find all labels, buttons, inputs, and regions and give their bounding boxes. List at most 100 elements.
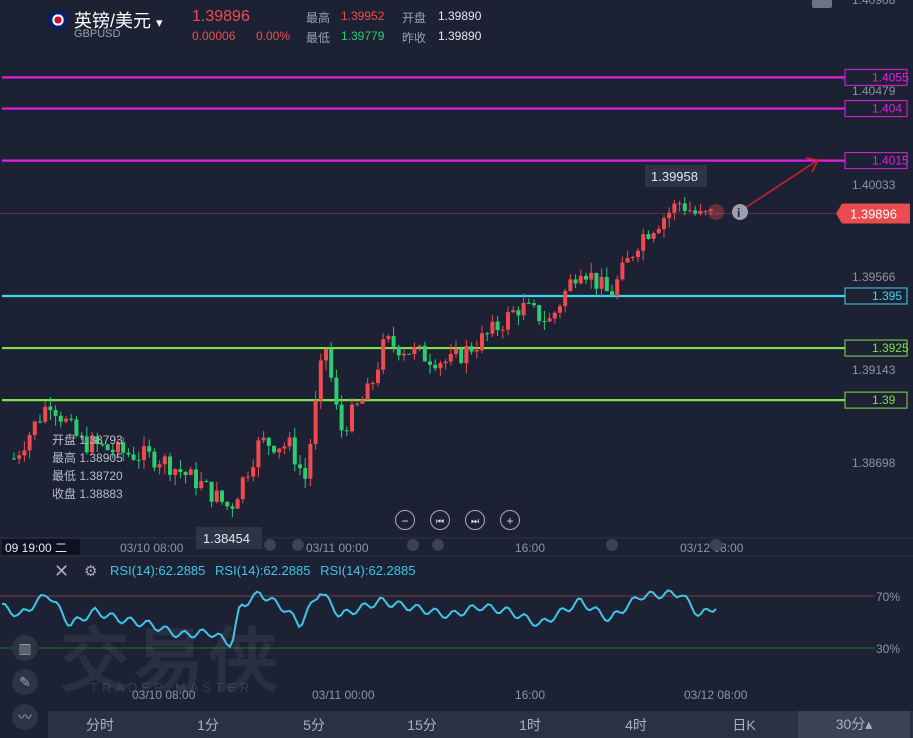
- candle-body: [526, 302, 531, 304]
- rsi-label: RSI(14):62.2885: [110, 563, 206, 578]
- level-tag-label: 1.4055: [872, 70, 909, 84]
- tab-timeshare[interactable]: 分时: [70, 715, 130, 735]
- candle-body: [17, 455, 22, 459]
- level-tag-label: 1.4015: [872, 154, 909, 168]
- candle-body: [402, 353, 406, 356]
- candle-body: [64, 418, 68, 422]
- candle-body: [506, 312, 510, 330]
- candle-body: [178, 469, 183, 473]
- zoom-out-button[interactable]: −: [395, 510, 415, 530]
- candle-body: [246, 476, 250, 478]
- rsi-30-label: 30%: [876, 642, 900, 656]
- tab-4h[interactable]: 4时: [606, 715, 666, 735]
- candle-body: [412, 347, 417, 354]
- high-marker-label: 1.39958: [651, 169, 698, 184]
- tab-1m[interactable]: 1分: [178, 715, 238, 735]
- candle-body: [682, 203, 687, 211]
- change-percent: 0.00%: [256, 29, 291, 43]
- chevron-down-icon[interactable]: ▾: [156, 15, 163, 30]
- candle-body: [209, 481, 214, 502]
- zoom-in-button[interactable]: +: [500, 510, 520, 530]
- candle-body: [532, 303, 536, 306]
- candle-body: [516, 310, 521, 316]
- gear-icon[interactable]: ⚙: [84, 562, 97, 580]
- candle-body: [199, 481, 204, 489]
- candle-body: [318, 360, 323, 401]
- candle-body: [443, 361, 448, 364]
- candle-body: [604, 276, 609, 292]
- candle-body: [630, 256, 635, 259]
- candle-body: [688, 210, 692, 212]
- candle-body: [240, 477, 245, 500]
- candle-body: [625, 258, 630, 263]
- candle-body: [584, 275, 588, 280]
- candle-body: [235, 499, 240, 509]
- rsi-time-label: 03/12 08:00: [684, 688, 748, 702]
- candle-body: [693, 210, 698, 214]
- rsi-time-label: 03/11 00:00: [312, 688, 375, 702]
- candle-body: [589, 272, 594, 280]
- trend-arrow-line: [744, 159, 819, 209]
- candle-body: [615, 279, 620, 297]
- candle-body: [350, 404, 354, 432]
- candlestick-tool-icon[interactable]: ▥: [12, 635, 38, 661]
- pencil-icon[interactable]: ✎: [12, 669, 38, 695]
- candle-body: [537, 305, 542, 322]
- timeframe-bar: 分时 1分 5分 15分 1时 4时 日K 30分▴: [48, 711, 913, 738]
- tab-15m[interactable]: 15分: [392, 715, 452, 735]
- candle-body: [220, 490, 224, 502]
- candle-body: [620, 262, 625, 280]
- candle-body: [298, 464, 302, 469]
- candle-body: [261, 437, 266, 441]
- event-marker-icon: [292, 539, 304, 551]
- candle-body: [162, 456, 167, 465]
- candle-body: [521, 302, 526, 316]
- candle-body: [324, 349, 328, 361]
- candle-body: [230, 506, 235, 509]
- tab-1h[interactable]: 1时: [500, 715, 560, 735]
- price-tick-label: 1.40908: [852, 0, 896, 7]
- scroll-right-button[interactable]: ⏭: [465, 510, 485, 530]
- candle-body: [142, 446, 146, 460]
- event-marker-icon: [432, 539, 444, 551]
- candle-body: [646, 234, 651, 239]
- candle-body: [339, 404, 344, 431]
- candle-body: [334, 377, 339, 405]
- candle-body: [282, 446, 287, 449]
- candle-body: [287, 437, 292, 447]
- candle-body: [386, 336, 391, 340]
- candle-body: [610, 291, 614, 297]
- candle-body: [422, 345, 427, 362]
- candle-body: [469, 346, 474, 352]
- candle-body: [131, 454, 136, 460]
- candle-body: [376, 369, 380, 384]
- candle-body: [547, 318, 552, 322]
- event-marker-icon: [710, 539, 722, 551]
- rsi-time-label: 16:00: [515, 688, 545, 702]
- candle-body: [599, 276, 604, 289]
- candle-body: [204, 481, 209, 483]
- candle-body: [662, 218, 666, 230]
- scroll-left-button[interactable]: ⏮: [430, 510, 450, 530]
- candle-body: [672, 203, 677, 213]
- candle-body: [53, 410, 58, 416]
- close-icon[interactable]: ✕: [54, 561, 69, 582]
- candle-body: [168, 456, 172, 475]
- candle-body: [428, 361, 432, 365]
- candle-body: [636, 250, 640, 257]
- candle-body: [594, 272, 599, 289]
- candle-body: [391, 336, 396, 347]
- tab-30m[interactable]: 30分▴: [798, 711, 910, 738]
- level-tag-label: 1.39: [872, 393, 896, 407]
- tab-5m[interactable]: 5分: [284, 715, 344, 735]
- candle-body: [126, 452, 131, 455]
- candle-body: [407, 353, 412, 355]
- candle-body: [381, 339, 386, 370]
- candle-body: [277, 448, 282, 453]
- candle-body: [344, 430, 349, 432]
- candle-body: [251, 467, 256, 477]
- indicator-tool-icon[interactable]: 〰: [12, 704, 38, 730]
- tab-daily[interactable]: 日K: [714, 715, 774, 735]
- candle-body: [157, 464, 162, 468]
- candle-body: [43, 406, 48, 422]
